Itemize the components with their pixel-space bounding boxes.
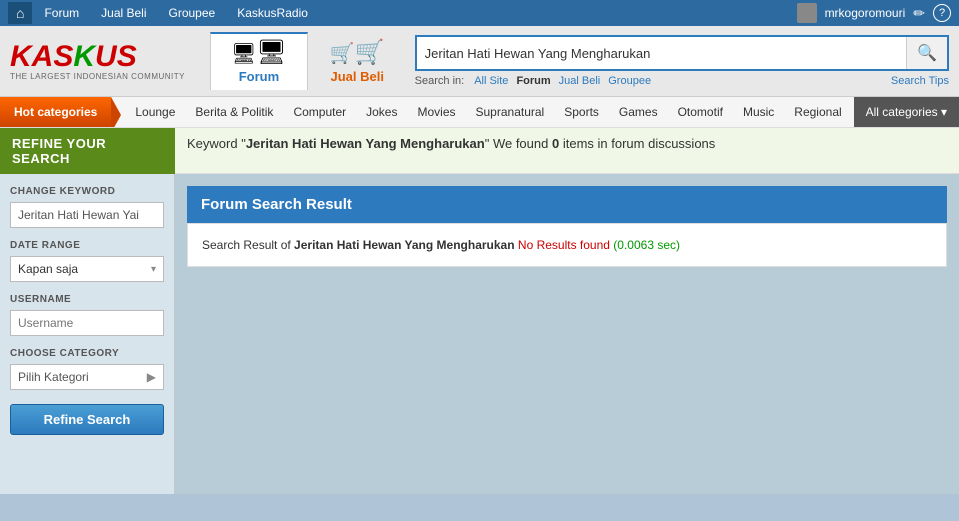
date-dropdown-arrow: ▾ — [151, 264, 156, 275]
cat-sports[interactable]: Sports — [554, 97, 609, 127]
cat-regional[interactable]: Regional — [784, 97, 851, 127]
all-categories-button[interactable]: All categories ▾ — [854, 97, 959, 127]
search-all-site[interactable]: All Site — [474, 75, 508, 87]
result-suffix: items in forum discussions — [563, 136, 715, 151]
category-section-label: CHOOSE CATEGORY — [10, 348, 164, 359]
forum-tab-label: Forum — [239, 69, 279, 84]
forum-icon: 🖥 — [231, 38, 287, 67]
search-bar: 🔍 — [415, 35, 949, 71]
cat-games[interactable]: Games — [609, 97, 668, 127]
keyword-label: Keyword — [187, 136, 238, 151]
refine-bar: REFINE YOUR SEARCH — [0, 128, 175, 174]
refine-result-row: REFINE YOUR SEARCH Keyword "Jeritan Hati… — [0, 128, 959, 174]
logo: KASKUS — [10, 42, 137, 72]
result-count: 0 — [552, 136, 559, 151]
search-jualbeli[interactable]: Jual Beli — [559, 75, 601, 87]
hot-categories-button[interactable]: Hot categories — [0, 97, 111, 127]
search-area: 🔍 Search in: All Site Forum Jual Beli Gr… — [415, 35, 949, 87]
date-select-value: Kapan saja — [18, 262, 78, 276]
search-tips[interactable]: Search Tips — [891, 75, 949, 87]
nav-jualbeli[interactable]: Jual Beli — [91, 3, 156, 23]
tab-jualbeli[interactable]: 🛒 Jual Beli — [310, 34, 405, 90]
help-icon[interactable]: ? — [933, 4, 951, 22]
keyword-section-label: CHANGE KEYWORD — [10, 186, 164, 197]
nav-kaskusradio[interactable]: KaskusRadio — [227, 3, 318, 23]
cart-icon: 🛒 — [330, 38, 385, 67]
categories-bar: Hot categories Lounge Berita & Politik C… — [0, 97, 959, 128]
search-forum[interactable]: Forum — [516, 75, 550, 87]
content-area: Forum Search Result Search Result of Jer… — [175, 174, 959, 494]
tab-forum[interactable]: 🖥 Forum — [210, 32, 308, 90]
cat-jokes[interactable]: Jokes — [356, 97, 407, 127]
nav-forum[interactable]: Forum — [34, 3, 89, 23]
username-section-label: USERNAME — [10, 294, 164, 305]
cat-computer[interactable]: Computer — [283, 97, 356, 127]
cat-supranatural[interactable]: Supranatural — [466, 97, 555, 127]
logo-subtitle: THE LARGEST INDONESIAN COMMUNITY — [10, 72, 185, 81]
search-button[interactable]: 🔍 — [906, 37, 947, 69]
keyword-value: Jeritan Hati Hewan Yang Mengharukan — [246, 136, 485, 151]
jualbeli-tab-label: Jual Beli — [331, 69, 384, 84]
no-results-text: No Results found — [518, 238, 613, 252]
header: KASKUS THE LARGEST INDONESIAN COMMUNITY … — [0, 26, 959, 97]
cat-otomotif[interactable]: Otomotif — [668, 97, 733, 127]
forum-result-header: Forum Search Result — [187, 186, 947, 223]
main-layout: CHANGE KEYWORD DATE RANGE Kapan saja ▾ U… — [0, 174, 959, 494]
home-icon — [16, 5, 24, 21]
search-input[interactable] — [417, 40, 906, 67]
search-options: Search in: All Site Forum Jual Beli Grou… — [415, 75, 949, 87]
search-time: (0.0063 sec) — [613, 238, 680, 252]
category-select[interactable]: Pilih Kategori ▶ — [10, 364, 164, 390]
search-in-label: Search in: — [415, 75, 465, 87]
refine-search-button[interactable]: Refine Search — [10, 404, 164, 435]
date-select[interactable]: Kapan saja ▾ — [10, 256, 164, 282]
cat-lounge[interactable]: Lounge — [125, 97, 185, 127]
topbar-nav: Forum Jual Beli Groupee KaskusRadio — [8, 2, 318, 24]
keyword-input[interactable] — [10, 202, 164, 228]
avatar — [797, 3, 817, 23]
home-nav-item[interactable] — [8, 2, 32, 24]
search-groupee[interactable]: Groupee — [608, 75, 651, 87]
search-result-keyword: Jeritan Hati Hewan Yang Mengharukan — [294, 238, 515, 252]
username-label[interactable]: mrkogoromouri — [825, 6, 906, 20]
sidebar: CHANGE KEYWORD DATE RANGE Kapan saja ▾ U… — [0, 174, 175, 494]
topbar-user: mrkogoromouri ? — [797, 3, 951, 23]
category-links: Lounge Berita & Politik Computer Jokes M… — [111, 97, 851, 127]
search-result-prefix: Search Result of — [202, 238, 294, 252]
logo-area: KASKUS THE LARGEST INDONESIAN COMMUNITY — [10, 42, 200, 81]
cat-berita[interactable]: Berita & Politik — [185, 97, 283, 127]
category-select-value: Pilih Kategori — [18, 370, 89, 384]
nav-groupee[interactable]: Groupee — [159, 3, 226, 23]
forum-result-body: Search Result of Jeritan Hati Hewan Yang… — [187, 223, 947, 267]
cat-music[interactable]: Music — [733, 97, 784, 127]
result-bar: Keyword "Jeritan Hati Hewan Yang Menghar… — [175, 128, 959, 174]
topbar: Forum Jual Beli Groupee KaskusRadio mrko… — [0, 0, 959, 26]
cat-movies[interactable]: Movies — [407, 97, 465, 127]
category-dropdown-arrow: ▶ — [147, 370, 156, 384]
username-input[interactable] — [10, 310, 164, 336]
found-text: We found — [493, 136, 548, 151]
nav-tabs: 🖥 Forum 🛒 Jual Beli — [210, 32, 405, 90]
date-section-label: DATE RANGE — [10, 240, 164, 251]
edit-icon[interactable] — [913, 5, 925, 22]
